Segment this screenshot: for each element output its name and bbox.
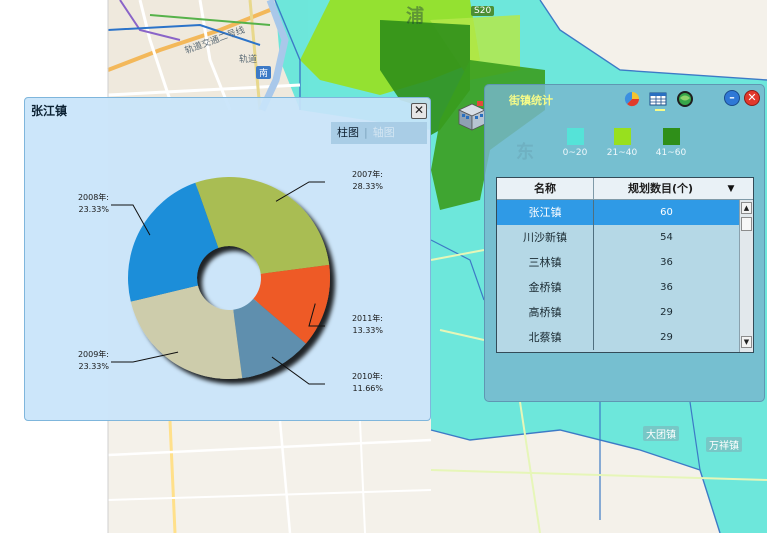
close-button[interactable]: ✕ [744, 90, 760, 106]
pie-label-year: 2009年: [78, 349, 109, 359]
legend-label-high: 41~60 [655, 148, 687, 158]
table-row[interactable]: 北蔡镇 29 [497, 325, 739, 350]
pie-chart-icon[interactable] [623, 90, 641, 108]
table-scrollbar[interactable]: ▲ ▼ [739, 200, 753, 352]
panel-title: 街镇统计 [509, 94, 553, 107]
cell-count: 29 [660, 332, 673, 343]
legend-label-low: 0~20 [562, 148, 588, 158]
column-header-name[interactable]: 名称 [497, 178, 594, 200]
cell-count: 36 [660, 282, 673, 293]
pie-label-year: 2010年: [352, 371, 383, 381]
legend: 0~20 21~40 41~60 [555, 128, 695, 168]
legend-swatch-high [662, 128, 680, 145]
cell-count: 29 [660, 307, 673, 318]
map-label-s20: S20 [471, 6, 495, 16]
pie-label-percent: 13.33% [352, 326, 383, 335]
cell-name: 高桥镇 [497, 300, 594, 325]
table-header: 名称 规划数目(个) ▼ [497, 178, 753, 200]
legend-item-mid: 21~40 [602, 128, 642, 158]
pie-slice[interactable] [195, 177, 330, 274]
map-label-wanxiang: 万祥镇 [706, 437, 742, 452]
cell-count: 54 [660, 232, 673, 243]
scroll-thumb[interactable] [741, 217, 752, 231]
pie-chart-popup: 2007年: 28.33% 2011年: 13.33% 2010年: 11.66% 2009… [24, 97, 431, 421]
tab-separator: | [364, 126, 368, 139]
cell-count: 60 [660, 207, 673, 218]
legend-label-mid: 21~40 [606, 148, 638, 158]
column-header-count[interactable]: 规划数目(个) [594, 178, 727, 200]
active-view-indicator [655, 109, 665, 111]
pie-label-percent: 23.33% [78, 362, 109, 371]
table-row[interactable]: 金桥镇 36 [497, 275, 739, 300]
town-stats-table: 名称 规划数目(个) ▼ 张江镇 60 川沙新镇 54 三林镇 36 金桥镇 3… [496, 177, 754, 353]
legend-item-high: 41~60 [651, 128, 691, 158]
table-row[interactable]: 张江镇 60 [497, 200, 739, 225]
legend-swatch-low [566, 128, 584, 145]
pie-label-year: 2011年: [352, 313, 383, 323]
town-stats-panel: 街镇统计 – ✕ 0~20 21~40 41~60 名称 规划数目(个) ▼ 张… [484, 84, 765, 402]
table-body: 张江镇 60 川沙新镇 54 三林镇 36 金桥镇 36 高桥镇 29 北蔡镇 … [497, 200, 739, 352]
cell-name: 川沙新镇 [497, 225, 594, 250]
popup-close-button[interactable]: ✕ [411, 103, 427, 119]
map-label-pu: 浦 [406, 6, 424, 27]
map-label-nan: 南 [256, 66, 272, 79]
table-icon[interactable] [649, 90, 667, 108]
table-row[interactable]: 高桥镇 29 [497, 300, 739, 325]
legend-item-low: 0~20 [555, 128, 595, 158]
cell-name: 张江镇 [497, 200, 594, 225]
table-row[interactable]: 川沙新镇 54 [497, 225, 739, 250]
minimize-button[interactable]: – [724, 90, 740, 106]
tab-bar-chart[interactable]: 柱图 [337, 126, 359, 139]
cell-count: 36 [660, 257, 673, 268]
chart-type-tabs: 柱图 | 轴图 [331, 122, 427, 144]
legend-swatch-mid [613, 128, 631, 145]
pie-label-year: 2007年: [352, 169, 383, 179]
map-label-metro-2: 轨道 [239, 55, 258, 65]
map-label-datuan: 大团镇 [643, 426, 679, 441]
popup-title: 张江镇 [31, 104, 68, 118]
cell-name: 北蔡镇 [497, 325, 594, 350]
cell-name: 金桥镇 [497, 275, 594, 300]
scroll-down-button[interactable]: ▼ [741, 336, 752, 348]
pie-label-percent: 23.33% [78, 205, 109, 214]
scroll-up-button[interactable]: ▲ [741, 202, 752, 214]
cell-name: 三林镇 [497, 250, 594, 275]
pie-label-percent: 11.66% [352, 384, 383, 393]
globe-icon[interactable] [676, 90, 694, 108]
pie-chart: 2007年: 28.33% 2011年: 13.33% 2010年: 11.66% 2009… [78, 169, 383, 393]
tab-line-chart[interactable]: 轴图 [373, 126, 395, 139]
pie-slice[interactable] [130, 285, 243, 380]
table-row[interactable]: 三林镇 36 [497, 250, 739, 275]
pie-label-percent: 28.33% [352, 182, 383, 191]
sort-desc-icon[interactable]: ▼ [723, 178, 739, 200]
pie-label-year: 2008年: [78, 192, 109, 202]
